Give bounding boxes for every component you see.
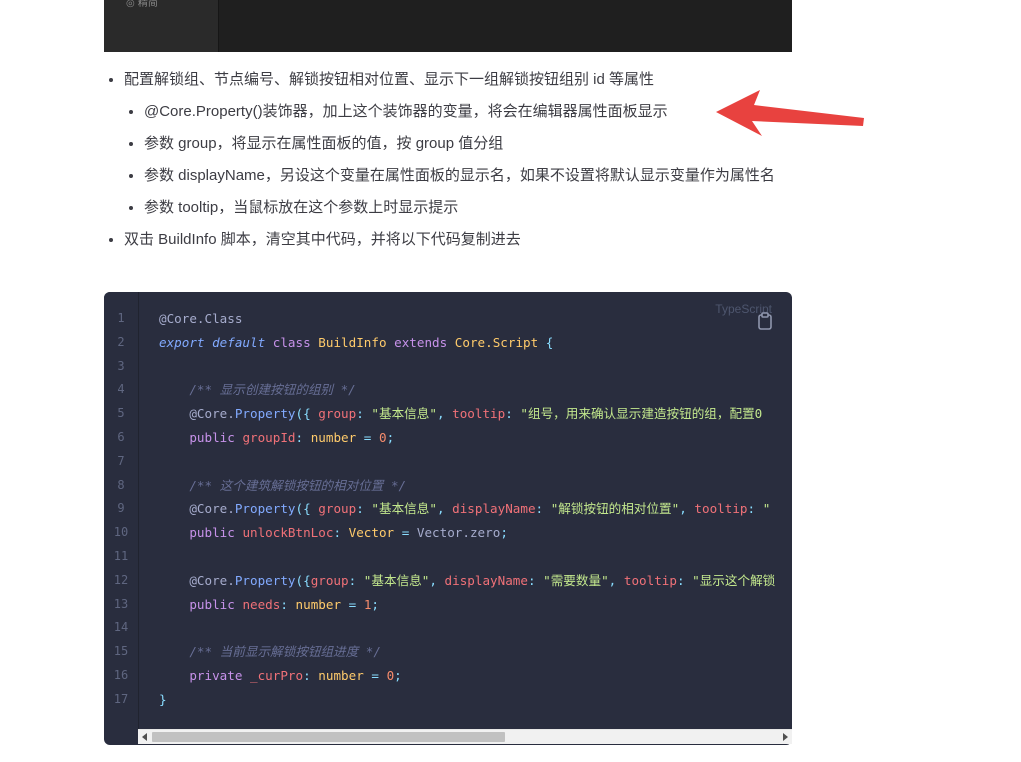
scrollbar-thumb[interactable]: [152, 732, 505, 742]
list-item: @Core.Property()装饰器，加上这个装饰器的变量，将会在编辑器属性面…: [144, 100, 794, 124]
list-item-text: 参数 group，将显示在属性面板的值，按 group 值分组: [144, 135, 504, 152]
line-number: 3: [117, 358, 125, 373]
line-number: 5: [117, 406, 125, 421]
line-number: 17: [113, 691, 129, 706]
code-line: private _curPro: number = 0;: [189, 667, 402, 683]
line-number: 2: [117, 334, 125, 349]
code-line: @Core.Property({ group: "基本信息", tooltip:…: [189, 406, 763, 422]
code-line: /** 这个建筑解锁按钮的相对位置 */: [189, 477, 407, 493]
code-line: public groupId: number = 0;: [189, 429, 395, 445]
embedded-screenshot-label: ◎ 精简: [126, 0, 158, 9]
line-number: 9: [117, 501, 125, 516]
list-item: 配置解锁组、节点编号、解锁按钮相对位置、显示下一组解锁按钮组别 id 等属性 @…: [124, 68, 794, 220]
line-number: 15: [113, 644, 129, 659]
code-block[interactable]: 1 2 3 4 5 6 7 8 9 10 11 12 13 14 15 16 17 TypeScript @Co…: [104, 292, 792, 745]
code-line: @Core.Property({ group: "基本信息", displayN…: [189, 501, 771, 517]
line-number: 8: [117, 477, 125, 492]
line-number: 7: [117, 453, 125, 468]
article-content: 配置解锁组、节点编号、解锁按钮相对位置、显示下一组解锁按钮组别 id 等属性 @…: [104, 68, 794, 260]
list-item-text: @Core.Property()装饰器，加上这个装饰器的变量，将会在编辑器属性面…: [144, 103, 668, 120]
code-line: @Core.Property({group: "基本信息", displayNa…: [189, 572, 776, 588]
code-line: /** 显示创建按钮的组别 */: [189, 382, 356, 398]
line-number-gutter: 1 2 3 4 5 6 7 8 9 10 11 12 13 14 15 16 17: [104, 292, 139, 737]
code-line: /** 当前显示解锁按钮组进度 */: [189, 644, 381, 660]
line-number: 11: [113, 549, 129, 563]
line-number: 1: [117, 311, 125, 325]
sub-bullet-list: @Core.Property()装饰器，加上这个装饰器的变量，将会在编辑器属性面…: [124, 100, 794, 220]
line-number: 12: [113, 572, 129, 587]
line-number: 16: [113, 668, 129, 682]
scroll-right-arrow-icon[interactable]: [783, 733, 788, 741]
list-item-text: 双击 BuildInfo 脚本，清空其中代码，并将以下代码复制进去: [124, 231, 521, 248]
code-line: export default class BuildInfo extends C…: [159, 334, 554, 350]
code-line: public unlockBtnLoc: Vector = Vector.zer…: [189, 525, 508, 541]
list-item-text: 配置解锁组、节点编号、解锁按钮相对位置、显示下一组解锁按钮组别 id 等属性: [124, 71, 655, 88]
list-item: 参数 displayName，另设这个变量在属性面板的显示名，如果不设置将默认显…: [144, 164, 794, 188]
embedded-screenshot-sidebar: ◎ 精简: [104, 0, 219, 52]
line-number: 13: [113, 596, 129, 611]
list-item-text: 参数 displayName，另设这个变量在属性面板的显示名，如果不设置将默认显…: [144, 167, 775, 184]
code-lines: @Core.Class export default class BuildIn…: [159, 307, 792, 712]
list-item-text: 参数 tooltip，当鼠标放在这个参数上时显示提示: [144, 199, 459, 216]
line-number: 6: [117, 430, 125, 444]
scroll-left-arrow-icon[interactable]: [142, 733, 147, 741]
list-item: 参数 tooltip，当鼠标放在这个参数上时显示提示: [144, 196, 794, 220]
embedded-screenshot: ◎ 精简: [104, 0, 792, 52]
line-number: 4: [117, 382, 125, 397]
annotation-arrow-icon: [716, 90, 864, 136]
line-number: 14: [113, 620, 129, 635]
line-number: 10: [113, 525, 129, 540]
bullet-list: 配置解锁组、节点编号、解锁按钮相对位置、显示下一组解锁按钮组别 id 等属性 @…: [104, 68, 794, 252]
code-line: }: [159, 691, 167, 707]
code-line: public needs: number = 1;: [189, 596, 380, 612]
list-item: 参数 group，将显示在属性面板的值，按 group 值分组: [144, 132, 794, 156]
code-line: @Core.Class: [159, 311, 243, 326]
list-item: 双击 BuildInfo 脚本，清空其中代码，并将以下代码复制进去: [124, 228, 794, 252]
horizontal-scrollbar[interactable]: [138, 729, 792, 744]
